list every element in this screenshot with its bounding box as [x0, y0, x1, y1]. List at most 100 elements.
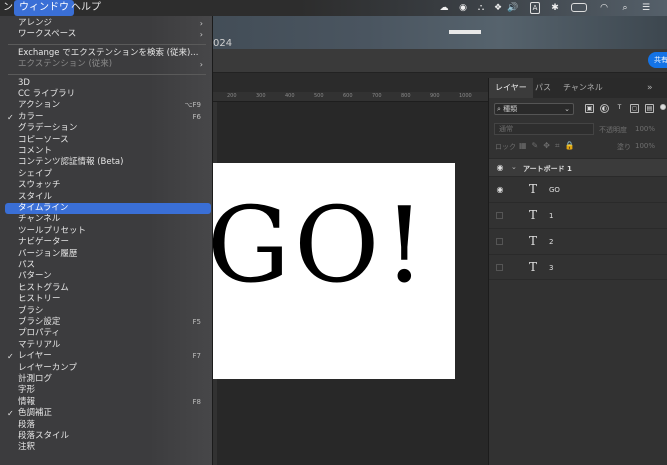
menu-item-shortcut: F6	[192, 112, 201, 121]
window-menu-item[interactable]: コピーソース	[5, 135, 211, 146]
visibility-toggle[interactable]	[496, 264, 503, 271]
layer-row[interactable]: T 1	[489, 202, 667, 228]
window-menu-item[interactable]: 注釈	[5, 442, 211, 453]
menu-item-label: パターン	[18, 271, 52, 282]
dropbox-icon[interactable]: ❖	[493, 2, 503, 14]
volume-icon[interactable]: 🔊	[506, 2, 520, 14]
bluetooth-icon[interactable]: ✱	[550, 2, 560, 14]
window-menu-item[interactable]: グラデーション	[5, 123, 211, 134]
window-menu-item[interactable]: 段落スタイル	[5, 431, 211, 442]
ruler-tick-label: 1000	[459, 93, 472, 99]
input-source-icon[interactable]: A	[530, 2, 540, 14]
window-menu-item[interactable]: パス	[5, 260, 211, 271]
blend-mode-select[interactable]: 通常	[494, 123, 594, 135]
window-menu-item[interactable]: CC ライブラリ	[5, 89, 211, 100]
window-menu-item[interactable]: スウォッチ	[5, 180, 211, 191]
ruler-tick-label: 900	[430, 93, 440, 99]
artboard[interactable]: GO!	[213, 163, 455, 379]
window-menu-item[interactable]: Exchange でエクステンションを検索 (従来)...	[5, 48, 211, 59]
type-filter-icon[interactable]: T	[615, 104, 624, 113]
menu-item-label: コンテンツ認証情報 (Beta)	[18, 157, 124, 168]
menu-item-label: エクステンション (従来)	[18, 59, 113, 70]
control-center-icon[interactable]: ☰	[640, 2, 652, 14]
battery-icon[interactable]	[571, 3, 587, 12]
menu-item-label: バージョン履歴	[18, 248, 78, 259]
lock-label: ロック	[495, 143, 516, 151]
menu-item-label: レイヤー	[18, 351, 52, 362]
share-button[interactable]: 共有	[648, 52, 667, 68]
window-menu-item[interactable]: ✓ カラー F6	[5, 112, 211, 123]
submenu-arrow-icon: ›	[199, 60, 203, 70]
layer-name: 2	[549, 238, 554, 246]
window-menu-item[interactable]: コンテンツ認証情報 (Beta)	[5, 157, 211, 168]
pixel-filter-icon[interactable]: ▣	[585, 104, 594, 113]
window-menu-item[interactable]: 段落	[5, 420, 211, 431]
adjustment-filter-icon[interactable]: ◐	[600, 104, 609, 113]
window-menu-item[interactable]: レイヤーカンプ	[5, 363, 211, 374]
window-menu-item[interactable]: ブラシ	[5, 306, 211, 317]
menu-item-window[interactable]: ウィンドウ	[14, 0, 74, 16]
shape-filter-icon[interactable]: ◻	[630, 104, 639, 113]
window-menu-item[interactable]: マテリアル	[5, 340, 211, 351]
window-menu-item[interactable]: ワークスペース ›	[5, 29, 211, 40]
window-menu-item[interactable]: タイムライン	[5, 203, 211, 215]
checkmark-icon: ✓	[7, 409, 14, 419]
eye-icon[interactable]: ◉	[495, 163, 505, 173]
fill-value[interactable]: 100%	[635, 142, 655, 150]
creative-cloud-icon[interactable]: ☁	[437, 2, 451, 14]
window-menu-item[interactable]: パターン	[5, 271, 211, 282]
window-menu-item[interactable]: プロパティ	[5, 328, 211, 339]
window-menu-item[interactable]: ✓ レイヤー F7	[5, 351, 211, 362]
tab-paths[interactable]: パス	[529, 78, 557, 98]
layer-row[interactable]: T 2	[489, 228, 667, 254]
tab-channels[interactable]: チャンネル	[557, 78, 609, 98]
layer-row[interactable]: T 3	[489, 254, 667, 280]
chevron-down-icon[interactable]: ⌄	[511, 163, 517, 171]
menu-item-shortcut: F7	[192, 352, 201, 361]
wifi-icon[interactable]: ◠	[598, 2, 610, 14]
layer-filter-select[interactable]: ⌕ 種類 ⌄	[494, 103, 574, 115]
ruler-tick-label: 300	[256, 93, 266, 99]
ruler-tick-label: 700	[372, 93, 382, 99]
tab-layers[interactable]: レイヤー	[489, 78, 533, 98]
chevron-down-icon: ⌄	[564, 105, 570, 113]
menu-item-label: コメント	[18, 146, 53, 156]
window-menu-item[interactable]: ナビゲーター	[5, 237, 211, 248]
window-menu-item[interactable]: ツールプリセット	[5, 226, 211, 237]
search-icon[interactable]: ⌕	[620, 2, 630, 14]
window-menu-item[interactable]: ヒストグラム	[5, 283, 211, 294]
record-icon[interactable]: ◉	[458, 2, 468, 14]
filter-toggle-icon[interactable]	[660, 104, 666, 110]
layer-group-row[interactable]: ◉ ⌄ アートボード 1	[489, 158, 667, 176]
window-menu-item[interactable]: ヒストリー	[5, 294, 211, 305]
horizontal-ruler: 20030040050060070080090010001100	[213, 92, 501, 102]
menu-separator	[8, 43, 206, 45]
visibility-toggle[interactable]	[496, 238, 503, 245]
panel-collapse-icon[interactable]: »	[641, 78, 659, 98]
window-menu-item[interactable]: 3D	[5, 78, 211, 89]
window-menu-item[interactable]: 計測ログ	[5, 374, 211, 385]
menu-item-help[interactable]: ヘルプ	[66, 0, 106, 16]
eye-icon[interactable]: ◉	[495, 185, 505, 195]
vpn-icon[interactable]: ⛬	[476, 2, 486, 14]
window-menu-item[interactable]: ブラシ設定 F5	[5, 317, 211, 328]
smart-object-filter-icon[interactable]: ▤	[645, 104, 654, 113]
menu-item-label: ツールプリセット	[18, 225, 87, 236]
window-menu-item[interactable]: アクション ⌥F9	[5, 100, 211, 111]
window-menu-item[interactable]: コメント	[5, 146, 211, 157]
window-menu-item[interactable]: 字形	[5, 385, 211, 396]
window-menu-item[interactable]: スタイル	[5, 192, 211, 203]
window-menu-item[interactable]: アレンジ ›	[5, 18, 211, 29]
layer-row[interactable]: ◉ T GO	[489, 176, 667, 202]
macos-menu-bar: ン ウィンドウ ヘルプ ☁ ◉ ⛬ ❖ 🔊 A ✱ ◠ ⌕ ☰	[0, 0, 667, 16]
visibility-toggle[interactable]	[496, 212, 503, 219]
opacity-value[interactable]: 100%	[635, 125, 655, 133]
window-menu-item[interactable]: バージョン履歴	[5, 249, 211, 260]
window-menu-item[interactable]: シェイプ	[5, 169, 211, 180]
lock-icons[interactable]: ▦✎✥⌗🔒	[519, 141, 579, 151]
menu-item-label: パス	[18, 260, 36, 270]
window-menu-item[interactable]: ✓ 色調補正	[5, 408, 211, 419]
window-menu-item[interactable]: チャンネル	[5, 214, 211, 225]
window-menu-item[interactable]: 情報 F8	[5, 397, 211, 408]
checkmark-icon: ✓	[7, 352, 14, 362]
